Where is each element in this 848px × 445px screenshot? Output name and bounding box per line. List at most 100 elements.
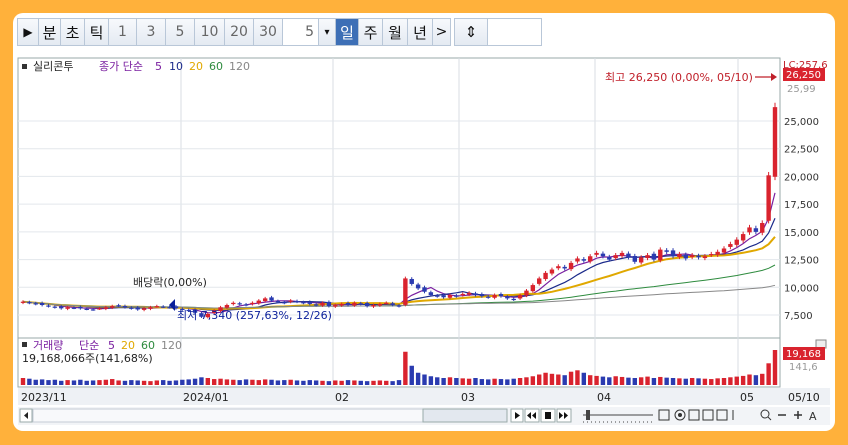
volume-bar bbox=[141, 380, 147, 385]
volume-bar bbox=[71, 380, 77, 385]
vol-ma20-label: 20 bbox=[121, 339, 135, 352]
x-label-05-10: 05/10 bbox=[788, 391, 820, 404]
candle-body bbox=[473, 293, 478, 296]
candle-body bbox=[619, 252, 625, 256]
candle-body bbox=[352, 302, 357, 306]
volume-current-tag: 19,168 bbox=[786, 349, 821, 360]
volume-ratio-tag: 141,6 bbox=[789, 362, 818, 373]
volume-bar bbox=[575, 370, 580, 385]
partial-price-tick: 25,99 bbox=[787, 84, 816, 95]
candle-body bbox=[250, 302, 255, 305]
x-label-2024-01: 2024/01 bbox=[183, 391, 229, 404]
current-price-tag: 26,250 bbox=[786, 70, 821, 81]
candle-body bbox=[52, 306, 58, 308]
volume-pane-close-icon[interactable] bbox=[815, 339, 827, 349]
volume-bar bbox=[543, 372, 548, 385]
volume-bar bbox=[256, 380, 261, 385]
volume-bar bbox=[466, 378, 472, 385]
volume-bar bbox=[371, 380, 376, 385]
candle-body bbox=[568, 262, 574, 270]
y-tick-label: 25,000 bbox=[784, 117, 819, 128]
volume-bar bbox=[167, 380, 172, 385]
candle-body bbox=[709, 254, 714, 256]
candle-body bbox=[683, 254, 688, 259]
volume-bar bbox=[243, 379, 249, 385]
candle-body bbox=[364, 302, 370, 307]
volume-bar bbox=[581, 372, 587, 385]
volume-bar bbox=[199, 377, 204, 385]
volume-bar bbox=[460, 378, 465, 385]
volume-bar bbox=[709, 379, 714, 385]
volume-bar bbox=[161, 380, 166, 385]
candle-body bbox=[607, 256, 612, 260]
candle-body bbox=[71, 307, 77, 309]
candle-body bbox=[613, 255, 618, 259]
volume-bar bbox=[345, 380, 351, 385]
zoom-slider-handle[interactable] bbox=[586, 410, 590, 420]
volume-bar bbox=[52, 379, 58, 385]
candle-body bbox=[530, 285, 536, 292]
volume-bar bbox=[46, 380, 51, 385]
volume-bar bbox=[180, 379, 185, 385]
volume-bar bbox=[103, 379, 109, 385]
candle-body bbox=[447, 295, 453, 298]
candle-body bbox=[294, 301, 300, 303]
font-size-icon[interactable]: A bbox=[809, 410, 817, 423]
volume-bar bbox=[760, 373, 765, 385]
volume-bar bbox=[728, 377, 733, 385]
candle-body bbox=[651, 253, 657, 260]
candle-body bbox=[141, 308, 147, 310]
candle-body bbox=[581, 259, 587, 261]
candle-body bbox=[59, 306, 64, 309]
candle-body bbox=[167, 307, 172, 309]
volume-bar bbox=[352, 380, 357, 385]
volume-bar bbox=[129, 380, 134, 385]
x-label-04: 04 bbox=[597, 391, 611, 404]
candle-body bbox=[715, 251, 720, 255]
volume-bar bbox=[587, 375, 593, 385]
volume-bar bbox=[384, 380, 389, 385]
candle-body bbox=[632, 255, 637, 262]
x-label-2023-11: 2023/11 bbox=[21, 391, 67, 404]
scroll-thumb[interactable] bbox=[422, 408, 508, 423]
candle-body bbox=[740, 234, 746, 241]
ma120-label: 120 bbox=[229, 60, 250, 73]
volume-bar bbox=[390, 381, 395, 385]
volume-bar bbox=[772, 350, 778, 385]
y-tick-label: 12,500 bbox=[784, 256, 819, 267]
volume-bar bbox=[135, 380, 140, 385]
stock-chart[interactable]: 25,000 22,500 20,000 17,500 15,000 12,500 10,0… bbox=[13, 13, 835, 431]
volume-bar bbox=[65, 380, 70, 385]
volume-bar bbox=[218, 378, 223, 385]
volume-bar bbox=[568, 371, 574, 385]
volume-bar bbox=[740, 375, 746, 385]
volume-bar bbox=[537, 374, 542, 385]
candle-body bbox=[27, 302, 32, 304]
volume-bar bbox=[562, 375, 567, 385]
volume-value: 19,168,066주(141,68%) bbox=[22, 352, 153, 365]
volume-bar bbox=[670, 378, 676, 385]
candle-body bbox=[537, 278, 542, 284]
candle-body bbox=[524, 290, 529, 296]
volume-bar bbox=[473, 378, 478, 385]
volume-bar bbox=[186, 379, 191, 385]
chart-window: ▶ 분 초 틱 1 3 5 10 20 30 5 ▾ 일 주 월 년 > ⇕ 2… bbox=[13, 13, 835, 431]
volume-bar bbox=[664, 377, 669, 385]
volume-bar bbox=[447, 377, 453, 385]
candle-body bbox=[129, 307, 134, 309]
candle-body bbox=[345, 302, 351, 306]
volume-bar bbox=[607, 377, 612, 385]
candle-body bbox=[154, 306, 160, 308]
legend-marker bbox=[22, 64, 27, 69]
volume-bar bbox=[479, 379, 485, 385]
volume-bar bbox=[84, 380, 89, 385]
volume-bar bbox=[492, 378, 497, 385]
candle-body bbox=[466, 292, 472, 295]
candle-body bbox=[65, 307, 70, 309]
high-price-annotation: 최고 26,250 (0,00%, 05/10) bbox=[605, 71, 753, 84]
candle-body bbox=[772, 107, 778, 177]
volume-bar bbox=[530, 376, 536, 385]
candle-body bbox=[282, 302, 287, 304]
vol-ma60-label: 60 bbox=[141, 339, 155, 352]
candle-body bbox=[90, 309, 96, 311]
